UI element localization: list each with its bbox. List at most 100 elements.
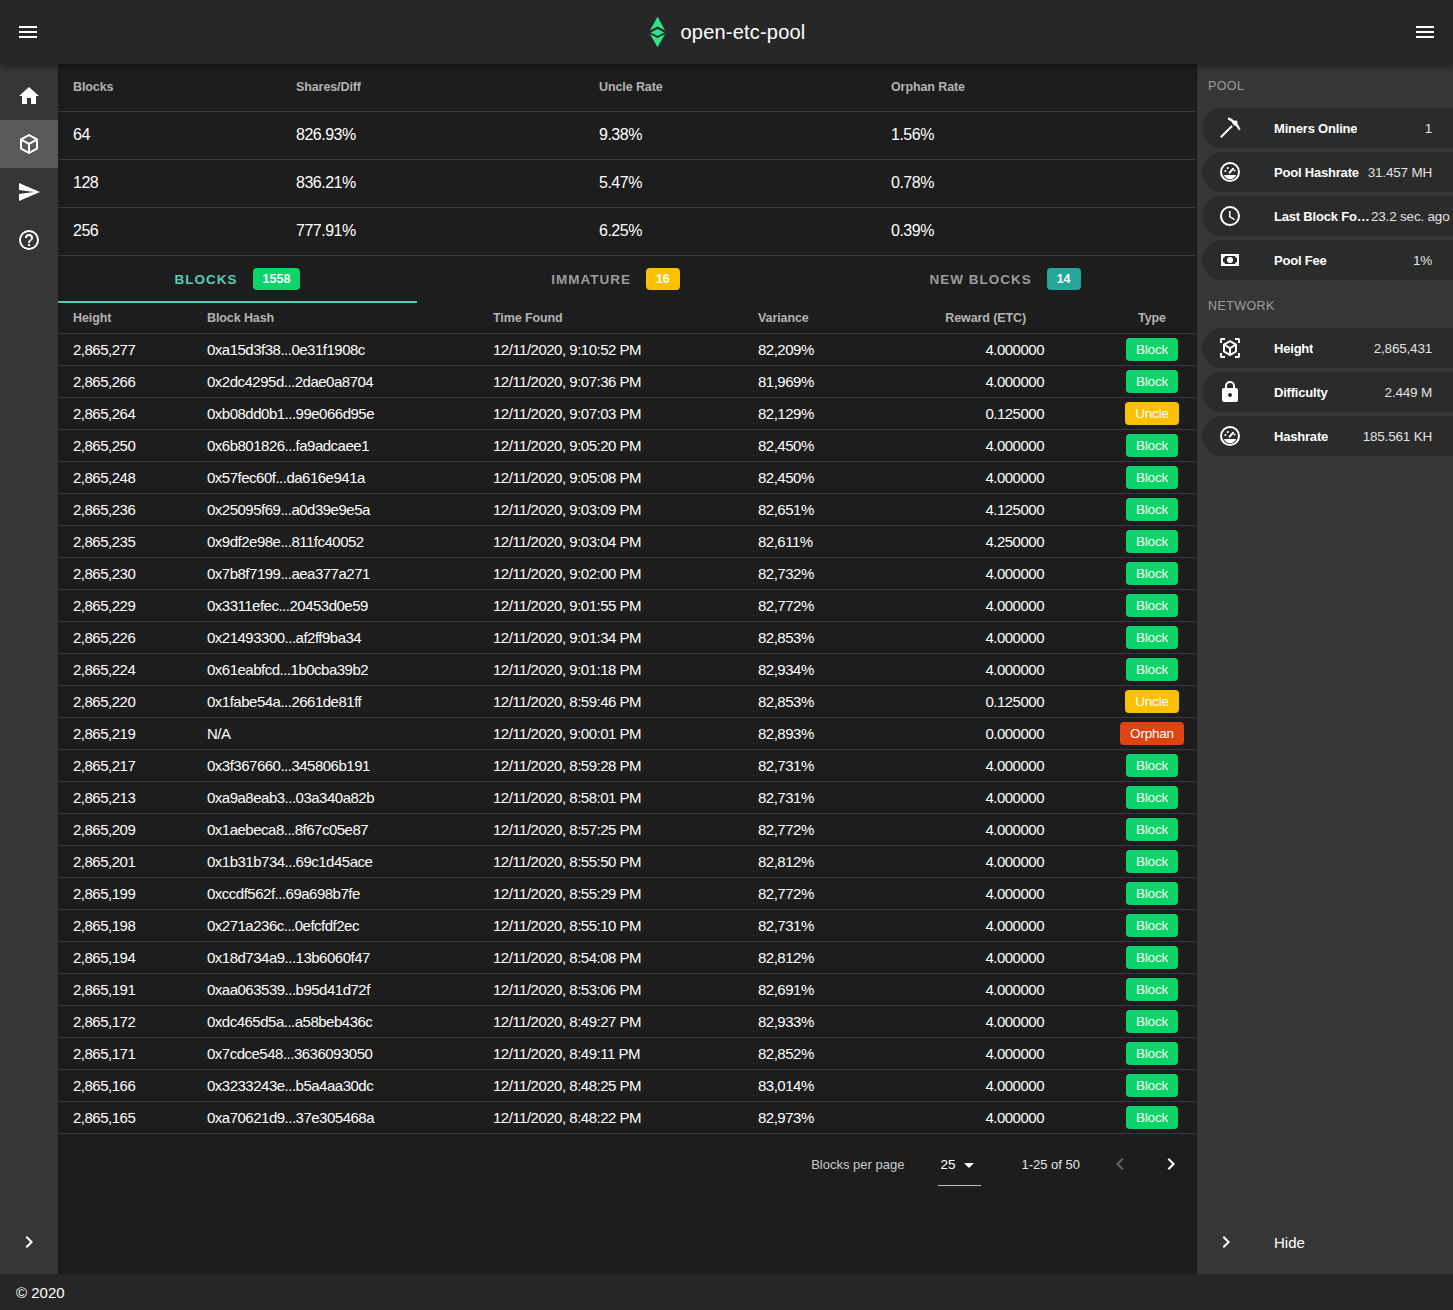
block-row: 2,865,2770xa15d3f38...0e31f1908c12/11/20… xyxy=(58,334,1196,366)
block-cell-type: Orphan xyxy=(1060,718,1196,750)
block-cell-reward: 4.000000 xyxy=(893,1102,1060,1134)
block-cell-variance: 83,014% xyxy=(743,1070,893,1102)
rows-per-page-select[interactable]: 25 xyxy=(938,1151,981,1177)
drawer-item-miners-online: Miners Online1 xyxy=(1202,108,1453,148)
block-cell-reward: 4.000000 xyxy=(893,334,1060,366)
expand-sidebar-button[interactable] xyxy=(0,1218,58,1266)
stats-header-cell: Orphan Rate xyxy=(876,64,1196,111)
nav-menu-button[interactable] xyxy=(10,14,46,50)
block-row: 2,865,1710x7cdce548...363609305012/11/20… xyxy=(58,1038,1196,1070)
block-cell-hash: 0x21493300...af2ff9ba34 xyxy=(192,622,478,654)
block-row: 2,865,1940x18d734a9...13b6060f4712/11/20… xyxy=(58,942,1196,974)
drawer-item-value: 2,865,431 xyxy=(1313,341,1432,356)
menu-icon xyxy=(1413,20,1437,44)
block-cell-time: 12/11/2020, 8:59:28 PM xyxy=(478,750,743,782)
sidebar-item-blocks[interactable] xyxy=(0,120,58,168)
block-row: 2,865,2360x25095f69...a0d39e9e5a12/11/20… xyxy=(58,494,1196,526)
stats-cell: 256 xyxy=(58,207,281,255)
type-chip: Block xyxy=(1126,434,1178,457)
block-row: 2,865,2290x3311efec...20453d0e5912/11/20… xyxy=(58,590,1196,622)
right-drawer: POOL Miners Online1Pool Hashrate31.457 M… xyxy=(1196,64,1453,1274)
block-cell-time: 12/11/2020, 9:07:03 PM xyxy=(478,398,743,430)
block-cell-height: 2,865,224 xyxy=(58,654,192,686)
block-cell-hash: 0xa15d3f38...0e31f1908c xyxy=(192,334,478,366)
stats-header-cell: Shares/Diff xyxy=(281,64,584,111)
left-nav-rail xyxy=(0,64,58,1274)
block-cell-type: Block xyxy=(1060,366,1196,398)
type-chip: Block xyxy=(1126,946,1178,969)
block-cell-variance: 82,450% xyxy=(743,462,893,494)
tab-new-blocks[interactable]: NEW BLOCKS14 xyxy=(814,256,1196,303)
block-cell-time: 12/11/2020, 9:05:08 PM xyxy=(478,462,743,494)
right-menu-button[interactable] xyxy=(1407,14,1443,50)
block-cell-reward: 4.000000 xyxy=(893,782,1060,814)
block-cell-reward: 4.000000 xyxy=(893,1038,1060,1070)
rows-per-page-label: Blocks per page xyxy=(811,1157,904,1172)
drawer-item-label: Pool Hashrate xyxy=(1274,165,1359,180)
block-cell-time: 12/11/2020, 8:53:06 PM xyxy=(478,974,743,1006)
block-cell-height: 2,865,209 xyxy=(58,814,192,846)
hide-drawer-button[interactable]: Hide xyxy=(1197,1218,1453,1266)
block-cell-reward: 4.000000 xyxy=(893,750,1060,782)
block-cell-type: Block xyxy=(1060,878,1196,910)
block-cell-variance: 82,731% xyxy=(743,750,893,782)
block-cell-variance: 82,893% xyxy=(743,718,893,750)
block-cell-time: 12/11/2020, 9:02:00 PM xyxy=(478,558,743,590)
block-cell-reward: 4.000000 xyxy=(893,430,1060,462)
block-cell-time: 12/11/2020, 9:03:09 PM xyxy=(478,494,743,526)
block-cell-variance: 82,812% xyxy=(743,942,893,974)
block-row: 2,865,2660x2dc4295d...2dae0a870412/11/20… xyxy=(58,366,1196,398)
block-cell-reward: 0.000000 xyxy=(893,718,1060,750)
rows-per-page-value: 25 xyxy=(940,1157,955,1172)
type-chip: Block xyxy=(1126,594,1178,617)
tab-blocks[interactable]: BLOCKS1558 xyxy=(58,256,417,303)
stats-cell: 0.78% xyxy=(876,159,1196,207)
type-chip: Block xyxy=(1126,754,1178,777)
blocks-table-header-row: HeightBlock HashTime FoundVarianceReward… xyxy=(58,303,1196,334)
type-chip: Block xyxy=(1126,658,1178,681)
tab-count-badge: 14 xyxy=(1047,268,1081,290)
next-page-button[interactable] xyxy=(1159,1152,1183,1176)
block-cell-time: 12/11/2020, 9:01:18 PM xyxy=(478,654,743,686)
block-cell-type: Block xyxy=(1060,1070,1196,1102)
blocks-header-cell: Type xyxy=(1060,303,1196,334)
type-chip: Uncle xyxy=(1125,690,1179,713)
sidebar-item-help[interactable] xyxy=(0,216,58,264)
type-chip: Block xyxy=(1126,498,1178,521)
chevron-left-icon xyxy=(1108,1152,1132,1176)
previous-page-button[interactable] xyxy=(1108,1152,1132,1176)
tab-immature[interactable]: IMMATURE16 xyxy=(417,256,814,303)
stats-row: 256777.91%6.25%0.39% xyxy=(58,207,1196,255)
block-cell-height: 2,865,266 xyxy=(58,366,192,398)
block-cell-type: Block xyxy=(1060,430,1196,462)
drawer-item-label: Difficulty xyxy=(1274,385,1328,400)
clock-icon xyxy=(1218,204,1242,228)
send-icon xyxy=(17,180,41,204)
block-cell-hash: 0x61eabfcd...1b0cba39b2 xyxy=(192,654,478,686)
block-cell-time: 12/11/2020, 8:49:27 PM xyxy=(478,1006,743,1038)
stats-cell: 128 xyxy=(58,159,281,207)
stats-cell: 64 xyxy=(58,111,281,159)
block-row: 2,865,219N/A12/11/2020, 9:00:01 PM82,893… xyxy=(58,718,1196,750)
block-cell-hash: 0x1b31b734...69c1d45ace xyxy=(192,846,478,878)
block-cell-type: Block xyxy=(1060,1038,1196,1070)
block-cell-height: 2,865,198 xyxy=(58,910,192,942)
block-cell-height: 2,865,172 xyxy=(58,1006,192,1038)
block-cell-height: 2,865,217 xyxy=(58,750,192,782)
sidebar-item-payments[interactable] xyxy=(0,168,58,216)
type-chip: Block xyxy=(1126,850,1178,873)
drawer-item-last-block-found: Last Block Found23.2 sec. ago xyxy=(1202,196,1453,236)
block-cell-type: Uncle xyxy=(1060,398,1196,430)
drawer-item-value: 23.2 sec. ago xyxy=(1371,209,1449,224)
chevron-right-icon xyxy=(1159,1152,1183,1176)
sidebar-item-home[interactable] xyxy=(0,72,58,120)
block-cell-hash: 0x3311efec...20453d0e59 xyxy=(192,590,478,622)
hide-drawer-label: Hide xyxy=(1274,1234,1305,1251)
chevron-right-icon xyxy=(17,1230,41,1254)
drawer-item-height: Height2,865,431 xyxy=(1202,328,1453,368)
block-cell-reward: 0.125000 xyxy=(893,398,1060,430)
block-cell-type: Block xyxy=(1060,782,1196,814)
type-chip: Block xyxy=(1126,818,1178,841)
block-cell-type: Block xyxy=(1060,814,1196,846)
block-cell-variance: 82,731% xyxy=(743,782,893,814)
